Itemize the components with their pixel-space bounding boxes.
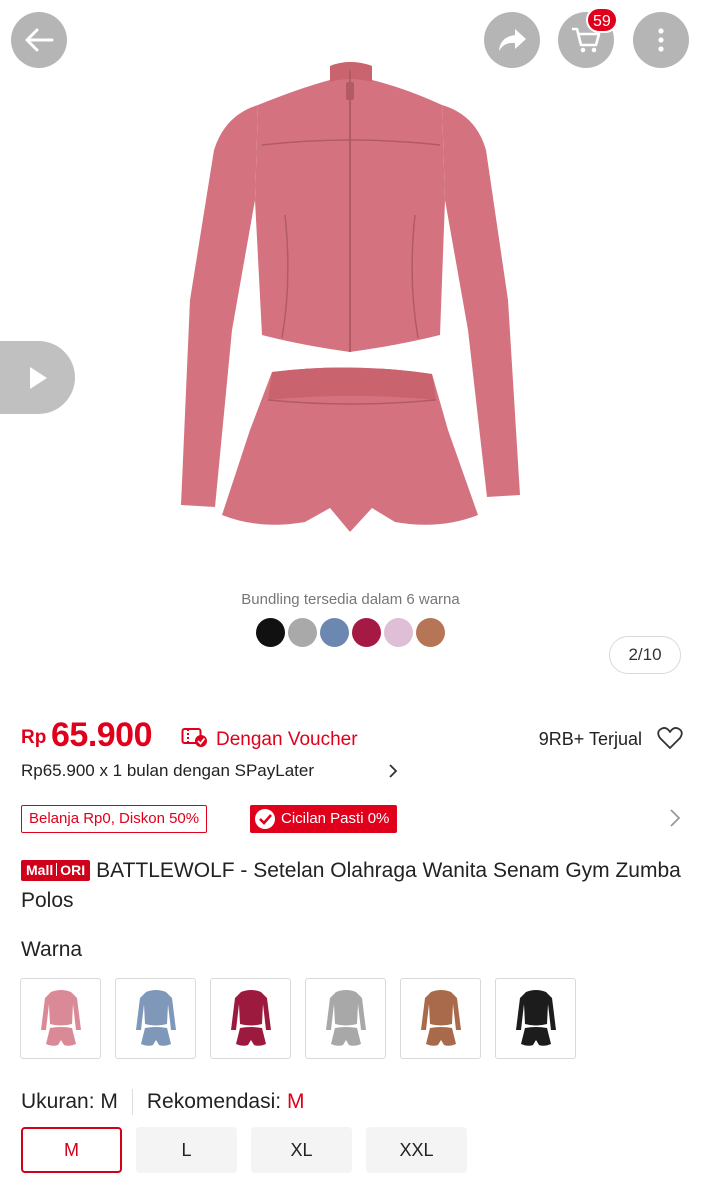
variant-option[interactable] xyxy=(115,978,196,1059)
recommendation-label: Rekomendasi: xyxy=(146,1090,282,1113)
product-title: Mall ORI BATTLEWOLF - Setelan Olahraga Wan… xyxy=(21,856,681,916)
more-vertical-icon xyxy=(658,28,664,52)
variant-option[interactable] xyxy=(495,978,576,1059)
size-option-xxl[interactable]: XXL xyxy=(366,1127,467,1173)
variant-thumbnail xyxy=(40,989,81,1046)
size-option-l[interactable]: L xyxy=(136,1127,237,1173)
price-row: Rp 65.900 Dengan Voucher 9RB+ Terjual xyxy=(21,716,683,756)
cicilan-label: Cicilan Pasti 0% xyxy=(281,810,390,827)
discount-promo-tag[interactable]: Belanja Rp0, Diskon 50% xyxy=(21,805,208,833)
product-title-text: BATTLEWOLF - Setelan Olahraga Wanita Sen… xyxy=(21,859,681,912)
variant-thumbnail xyxy=(230,989,271,1046)
spaylater-info[interactable]: Rp65.900 x 1 bulan dengan SPayLater xyxy=(21,761,314,781)
check-badge-icon xyxy=(253,807,277,841)
variant-thumbnail xyxy=(515,989,556,1046)
swatch-dot xyxy=(256,618,285,647)
product-image xyxy=(181,62,520,532)
chevron-right-icon[interactable] xyxy=(669,808,681,833)
recommendation-value: M xyxy=(286,1090,305,1113)
chevron-right-icon xyxy=(388,763,398,784)
variant-thumbnail xyxy=(420,989,461,1046)
divider xyxy=(131,1089,133,1115)
size-option-xl[interactable]: XL xyxy=(251,1127,352,1173)
size-info-row: Ukuran: M Rekomendasi: M xyxy=(21,1088,304,1116)
variant-option[interactable] xyxy=(305,978,386,1059)
heart-icon[interactable] xyxy=(657,726,683,755)
mall-ori-badge: Mall ORI xyxy=(21,860,91,881)
cart-count-badge: 59 xyxy=(586,7,618,33)
variant-thumbnail xyxy=(135,989,176,1046)
share-icon xyxy=(499,29,526,51)
swatch-dot xyxy=(288,618,317,647)
size-options: M L XL XXL xyxy=(21,1127,467,1173)
swatch-dot xyxy=(384,618,413,647)
size-label: Ukuran: xyxy=(21,1090,95,1113)
size-value: M xyxy=(100,1090,118,1113)
swatch-dot xyxy=(416,618,445,647)
variant-option[interactable] xyxy=(210,978,291,1059)
share-button[interactable] xyxy=(484,12,540,68)
variant-section-label: Warna xyxy=(21,938,83,961)
image-counter: 2/10 xyxy=(609,636,681,674)
promo-row[interactable]: Belanja Rp0, Diskon 50% Cicilan Pasti 0% xyxy=(21,805,681,833)
arrow-left-icon xyxy=(25,28,54,52)
variant-option[interactable] xyxy=(20,978,101,1059)
swatch-dot xyxy=(320,618,349,647)
variant-thumbnail xyxy=(325,989,366,1046)
product-gallery[interactable]: 59 Bundling tersedia dalam 6 warna 2/10 xyxy=(0,0,701,690)
gallery-caption: Bundling tersedia dalam 6 warna xyxy=(241,591,460,608)
play-icon xyxy=(29,366,47,389)
price-currency: Rp xyxy=(21,727,47,748)
video-play-button[interactable] xyxy=(0,341,75,414)
size-option-m[interactable]: M xyxy=(21,1127,122,1173)
sold-count: 9RB+ Terjual xyxy=(538,729,642,749)
price-amount: 65.900 xyxy=(51,716,153,754)
gallery-color-swatches xyxy=(256,618,445,647)
swatch-dot xyxy=(352,618,381,647)
voucher-label[interactable]: Dengan Voucher xyxy=(216,729,358,751)
cicilan-promo-tag[interactable]: Cicilan Pasti 0% xyxy=(250,805,398,833)
more-button[interactable] xyxy=(633,12,689,68)
voucher-icon xyxy=(181,726,209,753)
variant-options xyxy=(20,978,576,1059)
back-button[interactable] xyxy=(11,12,67,68)
variant-option[interactable] xyxy=(400,978,481,1059)
